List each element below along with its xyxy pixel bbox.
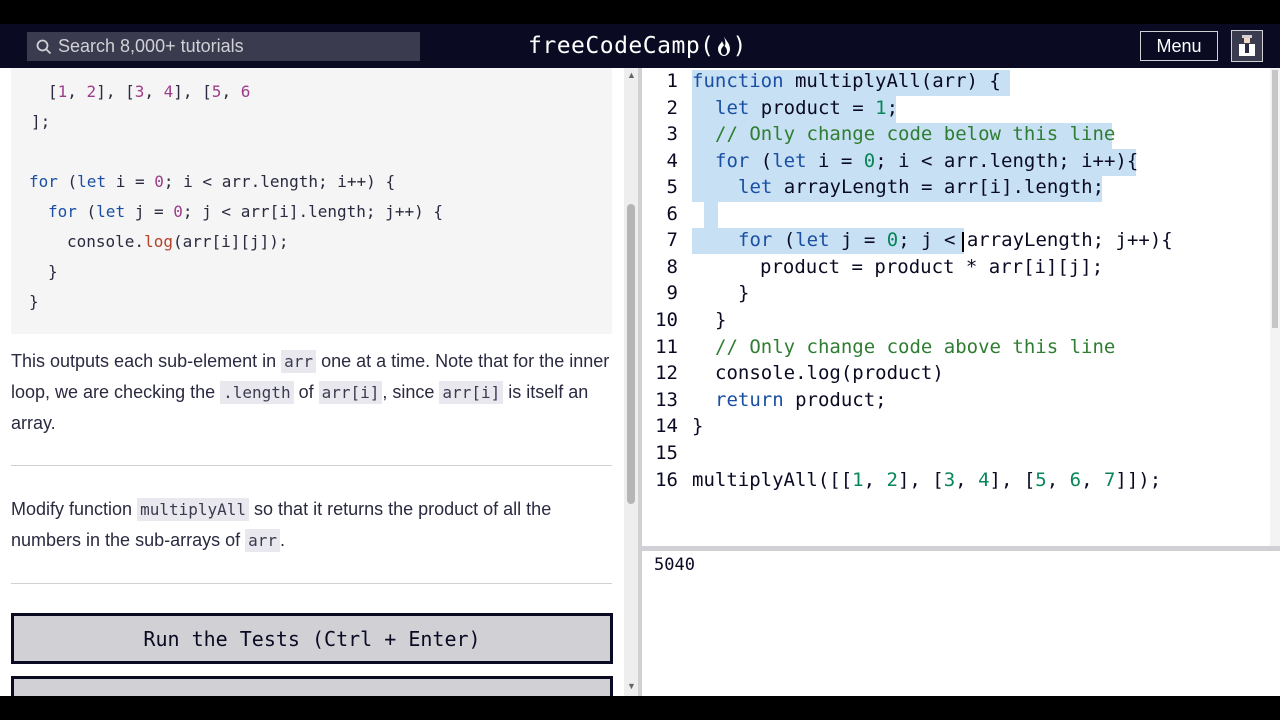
code-line: for (let i = 0; i < arr.length; i++) { bbox=[29, 172, 396, 191]
line-number: 7 bbox=[666, 229, 678, 251]
search-icon bbox=[34, 37, 54, 57]
logo-text-right: ) bbox=[732, 33, 747, 59]
inline-code: arr[i] bbox=[318, 381, 383, 404]
line-number: 4 bbox=[666, 150, 678, 172]
selection-highlight bbox=[704, 202, 718, 228]
line-number: 15 bbox=[655, 442, 678, 464]
line-number: 9 bbox=[666, 282, 678, 304]
line-number: 3 bbox=[666, 123, 678, 145]
run-tests-button[interactable]: Run the Tests (Ctrl + Enter) bbox=[11, 613, 613, 664]
logo-text-left: freeCodeCamp( bbox=[528, 33, 715, 59]
editor-scrollbar[interactable] bbox=[1270, 68, 1280, 546]
code-line: [1, 2], [3, 4], [5, 6 bbox=[48, 82, 251, 101]
line-number: 5 bbox=[666, 176, 678, 198]
output-text: 5040 bbox=[654, 555, 695, 575]
divider bbox=[11, 465, 612, 466]
line-number: 2 bbox=[666, 97, 678, 119]
editor-line: } bbox=[715, 309, 727, 331]
lesson-paragraph: This outputs each sub-element in arr one… bbox=[11, 350, 610, 433]
editor-line: } bbox=[738, 282, 750, 304]
inline-code: arr[i] bbox=[439, 381, 504, 404]
line-number: 12 bbox=[655, 362, 678, 384]
inline-code: multiplyAll bbox=[137, 498, 250, 521]
editor-line: let product = 1; bbox=[715, 97, 899, 119]
line-number: 10 bbox=[655, 309, 678, 331]
user-avatar-icon bbox=[1239, 35, 1255, 56]
inline-code: .length bbox=[220, 381, 294, 404]
scroll-down-icon[interactable]: ▼ bbox=[627, 681, 636, 691]
avatar[interactable] bbox=[1231, 30, 1263, 62]
text-cursor bbox=[962, 232, 964, 252]
editor-line: multiplyAll([[1, 2], [3, 4], [5, 6, 7]])… bbox=[692, 469, 1162, 491]
editor-line: // Only change code above this line bbox=[715, 336, 1116, 358]
editor-line: product = product * arr[i][j]; bbox=[760, 256, 1104, 278]
editor-line: let arrayLength = arr[i].length; bbox=[738, 176, 1105, 198]
editor-line: for (let i = 0; i < arr.length; i++){ bbox=[715, 150, 1139, 172]
search-input[interactable]: Search 8,000+ tutorials bbox=[58, 36, 244, 57]
flame-icon bbox=[716, 35, 732, 57]
example-code-block: [1, 2], [3, 4], [5, 6 ]; for (let i = 0;… bbox=[11, 68, 612, 334]
line-number: 11 bbox=[655, 336, 678, 358]
menu-button[interactable]: Menu bbox=[1140, 31, 1218, 61]
top-nav: Search 8,000+ tutorials freeCodeCamp( ) … bbox=[0, 24, 1280, 68]
line-number: 13 bbox=[655, 389, 678, 411]
line-number: 6 bbox=[666, 203, 678, 225]
editor-line: console.log(product) bbox=[715, 362, 944, 384]
code-line: ]; bbox=[31, 112, 51, 131]
freecodecamp-logo[interactable]: freeCodeCamp( ) bbox=[528, 29, 747, 63]
editor-line: // Only change code below this line bbox=[715, 123, 1116, 145]
letterbox-bottom bbox=[0, 696, 1280, 720]
scroll-up-icon[interactable]: ▲ bbox=[627, 70, 636, 80]
line-number: 1 bbox=[666, 70, 678, 92]
lesson-scrollbar[interactable]: ▲ ▼ bbox=[624, 68, 638, 696]
code-line: console.log(arr[i][j]); bbox=[67, 232, 289, 251]
inline-code: arr bbox=[281, 350, 317, 373]
editor-line: return product; bbox=[715, 389, 887, 411]
inline-code: arr bbox=[245, 529, 281, 552]
code-editor[interactable]: 1 2 3 4 5 6 7 8 9 10 11 12 13 14 15 16 f… bbox=[642, 68, 1280, 546]
editor-line: function multiplyAll(arr) { bbox=[692, 70, 1001, 92]
code-line: for (let j = 0; j < arr[i].length; j++) … bbox=[48, 202, 443, 221]
letterbox-top bbox=[0, 0, 1280, 24]
line-number: 16 bbox=[655, 469, 678, 491]
scrollbar-thumb[interactable] bbox=[1272, 70, 1278, 328]
editor-line: } bbox=[692, 415, 704, 437]
lesson-instructions: Modify function multiplyAll so that it r… bbox=[11, 498, 552, 552]
line-number: 8 bbox=[666, 256, 678, 278]
search-bar[interactable]: Search 8,000+ tutorials bbox=[27, 32, 420, 61]
code-line: } bbox=[48, 262, 58, 281]
editor-line: for (let j = 0; j < arrayLength; j++){ bbox=[738, 229, 1173, 251]
scrollbar-thumb[interactable] bbox=[627, 204, 635, 504]
line-number: 14 bbox=[655, 415, 678, 437]
lesson-pane: [1, 2], [3, 4], [5, 6 ]; for (let i = 0;… bbox=[0, 68, 624, 696]
reset-button[interactable] bbox=[11, 676, 613, 696]
output-console: 5040 bbox=[642, 551, 1280, 696]
divider bbox=[11, 583, 612, 584]
code-line: } bbox=[29, 292, 39, 311]
